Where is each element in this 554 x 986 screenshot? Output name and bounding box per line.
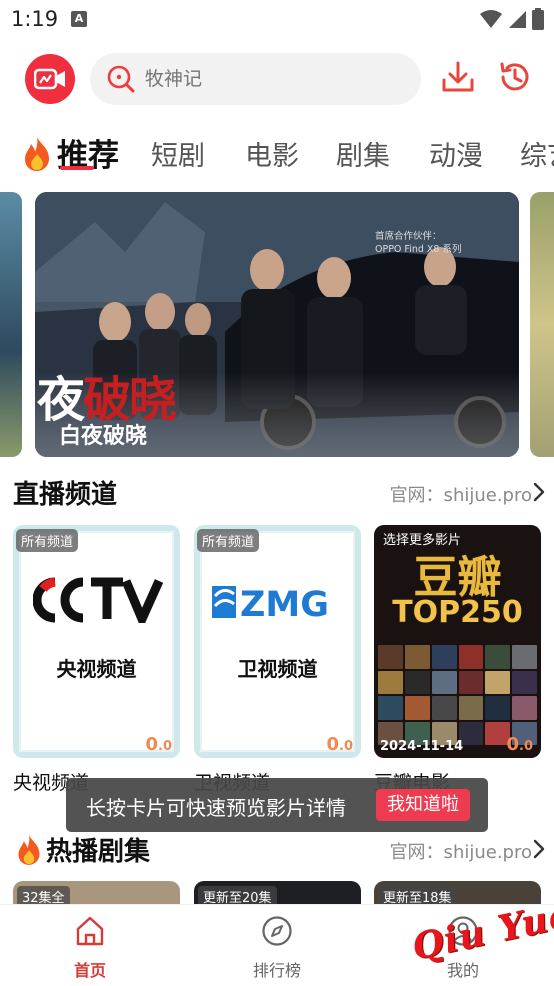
banner-slide[interactable]: 首席合作伙伴： OPPO Find X8 系列 夜破晓 白夜破晓 [35,192,519,457]
card-score-int: 0 [326,734,340,755]
card-score-dec: .0 [519,739,533,754]
nav-home[interactable]: 首页 [30,905,150,986]
card-score-int: 0 [506,734,520,755]
card-score-dec: .0 [339,739,353,754]
category-tabs: 推荐 短剧 电影 剧集 动漫 综艺 [0,128,554,182]
history-icon[interactable] [498,60,532,94]
video-camera-icon [34,68,65,90]
card-tag: 所有频道 [197,529,260,552]
status-time: 1:19 [11,7,59,31]
battery-icon [532,8,544,30]
cctv-logo [33,577,163,623]
douban-date: 2024-11-14 [380,739,464,754]
card-score-int: 0 [145,734,159,755]
top-bar [0,50,554,110]
tab-short-drama[interactable]: 短剧 [151,134,205,173]
tab-series[interactable]: 剧集 [336,134,390,173]
live-section-link[interactable]: 官网：shijue.pro [390,481,532,507]
banner-sponsor-line1: 首席合作伙伴： [375,231,442,242]
nav-ranking[interactable]: 排行榜 [217,905,337,986]
tab-movies[interactable]: 电影 [245,134,299,173]
douban-subtitle: TOP250 [392,595,523,630]
toast-message: 长按卡片可快速预览影片详情 [86,796,346,820]
banner-prev-slide[interactable] [0,192,22,457]
download-icon[interactable] [441,60,475,94]
card-score: 0.0 [506,734,533,755]
fire-icon [25,137,49,171]
svg-text:ZMG: ZMG [240,585,329,622]
poster-grid [378,645,537,745]
status-icons [480,8,544,30]
banner-sponsor: 首席合作伙伴： OPPO Find X8 系列 [375,230,462,256]
tab-active-indicator [60,166,94,170]
card-title: 卫视频道 [237,657,318,681]
nav-label: 首页 [73,961,106,980]
got-it-button[interactable]: 我知道啦 [376,789,470,821]
card-tag: 选择更多影片 [383,533,462,548]
search-input[interactable] [145,53,405,105]
tab-anime[interactable]: 动漫 [429,134,483,173]
channel-card-cctv[interactable]: 所有频道 央视频道 0.0 [13,525,180,758]
card-title: 央视频道 [56,657,137,681]
compass-icon [262,916,292,946]
status-bar: 1:19 A [0,0,554,40]
hot-section-title: 热播剧集 [46,837,151,867]
live-section-title: 直播频道 [13,480,118,510]
card-tag: 所有频道 [16,529,79,552]
banner-next-slide[interactable] [530,192,554,457]
search-icon [107,65,135,93]
chevron-right-icon[interactable] [533,482,545,502]
tip-toast: 长按卡片可快速预览影片详情 我知道啦 [66,778,488,832]
nav-label: 排行榜 [252,961,301,980]
channel-card-inner [21,533,172,750]
search-bar[interactable] [90,53,421,105]
channel-card-zmg[interactable]: ZMG 所有频道 卫视频道 0.0 [194,525,361,758]
notification-icon: A [71,11,87,27]
signal-icon [509,11,526,28]
fire-icon [18,835,40,865]
channel-card-douban[interactable]: 豆瓣 TOP250 选择更多影片 2024-11-14 0.0 [374,525,541,758]
banner-sponsor-line2: OPPO Find X8 系列 [375,244,462,255]
wifi-icon [480,10,502,28]
card-score: 0.0 [326,734,353,755]
card-score-dec: .0 [158,739,172,754]
tab-variety[interactable]: 综艺 [520,134,554,173]
channel-card-inner [202,533,353,750]
banner-caption: 白夜破晓 [59,424,148,449]
app-logo[interactable] [25,54,75,104]
hot-section-link[interactable]: 官网：shijue.pro [390,838,532,864]
card-score: 0.0 [145,734,172,755]
banner-carousel[interactable]: 首席合作伙伴： OPPO Find X8 系列 夜破晓 白夜破晓 [0,192,554,457]
home-icon [76,916,104,946]
zmg-logo: ZMG [212,585,329,622]
chevron-right-icon[interactable] [533,839,545,859]
